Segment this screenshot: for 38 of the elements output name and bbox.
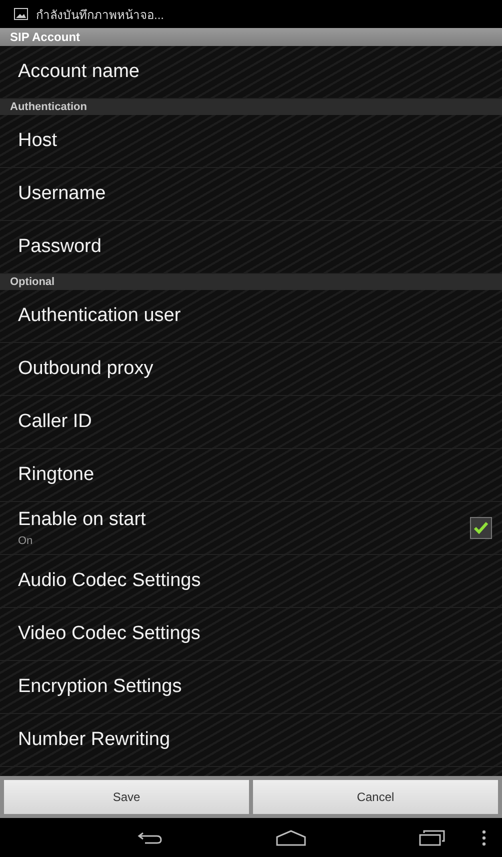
save-button[interactable]: Save [4,780,249,814]
cancel-button[interactable]: Cancel [253,780,498,814]
overflow-menu-icon[interactable] [482,830,486,846]
checkbox[interactable] [470,517,492,539]
preference-label: Host [18,130,58,152]
image-icon [14,8,28,20]
recent-apps-icon[interactable] [419,830,446,846]
preference-label: Account name [18,61,140,83]
preference-item[interactable]: Caller ID [0,396,502,449]
notification-text: กำลังบันทึกภาพหน้าจอ... [36,6,164,24]
preference-item[interactable]: Encryption Settings [0,661,502,714]
preference-item[interactable]: Number Rewriting [0,714,502,767]
preference-item[interactable]: Authentication user [0,290,502,343]
check-icon [473,521,489,535]
screen-title: SIP Account [0,28,502,46]
preference-label: Number Rewriting [18,729,170,751]
preference-label: Password [18,236,102,258]
preference-item[interactable]: Enable on start On [0,502,502,555]
preference-item[interactable]: Host [0,115,502,168]
home-icon[interactable] [276,830,306,846]
preference-item[interactable]: Outbound proxy [0,343,502,396]
preference-summary: On [18,535,33,547]
preference-label: Video Codec Settings [18,623,200,645]
preference-item[interactable]: Username [0,168,502,221]
preference-label: Authentication user [18,305,181,327]
back-icon[interactable] [136,830,163,844]
preference-label: Username [18,183,106,205]
preference-label: Outbound proxy [18,358,154,380]
preference-item[interactable]: Ringtone [0,449,502,502]
section-header: Authentication [0,99,502,115]
preference-label: Encryption Settings [18,676,182,698]
preference-label: Audio Codec Settings [18,570,201,592]
section-header: Optional [0,274,502,290]
preference-item[interactable]: Audio Codec Settings [0,555,502,608]
preference-item[interactable]: Video Codec Settings [0,608,502,661]
preference-label: Caller ID [18,411,92,433]
preference-label: Enable on start [18,509,146,531]
preference-label: Ringtone [18,464,94,486]
